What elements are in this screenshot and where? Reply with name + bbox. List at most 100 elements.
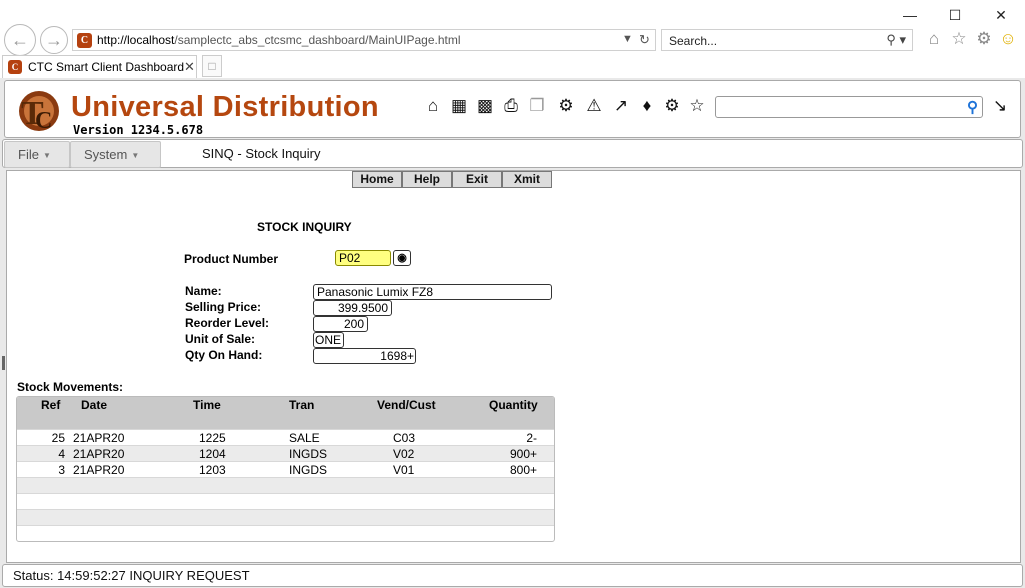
tab-favicon: C	[8, 60, 22, 74]
unit-of-sale-field[interactable]: ONE	[313, 332, 344, 348]
brand-title: Universal Distribution	[71, 91, 379, 123]
dropdown-icon[interactable]: ▼	[622, 33, 633, 45]
home-icon[interactable]: ⌂	[423, 96, 443, 116]
search-placeholder: Search...	[669, 34, 718, 48]
external-link-icon[interactable]: ↗	[611, 96, 631, 116]
calendar-icon[interactable]: ▦	[449, 96, 469, 116]
cell-date: 21APR20	[73, 447, 125, 461]
column-header-ref: Ref	[41, 398, 61, 412]
home-button[interactable]: Home	[352, 171, 402, 188]
name-field[interactable]: Panasonic Lumix FZ8	[313, 284, 552, 300]
cell-date: 21APR20	[73, 431, 125, 445]
tab-title: CTC Smart Client Dashboard	[28, 60, 185, 74]
cell-tran: SALE	[289, 431, 320, 445]
table-row-empty	[17, 493, 554, 509]
gear-icon[interactable]: ⚙	[662, 96, 682, 116]
column-header-quantity: Quantity	[489, 398, 538, 412]
qty-on-hand-label: Qty On Hand:	[185, 348, 263, 362]
app-header: T C Universal Distribution Version 1234.…	[4, 80, 1021, 138]
cogs-icon[interactable]: ⚙	[556, 96, 576, 116]
selling-price-label: Selling Price:	[185, 300, 262, 314]
chevron-down-icon: ▼	[42, 150, 51, 160]
table-header: Ref Date Time Tran Vend/Cust Quantity	[17, 397, 554, 429]
close-tab-icon[interactable]: ✕	[184, 59, 195, 75]
cell-tran: INGDS	[289, 463, 328, 477]
minimize-button[interactable]: —	[901, 6, 919, 24]
status-text: Status: 14:59:52:27 INQUIRY REQUEST	[13, 568, 250, 583]
favorites-icon[interactable]: ☆	[949, 29, 969, 49]
address-bar[interactable]: C http://localhost/samplectc_abs_ctcsmc_…	[72, 29, 656, 51]
collapse-icon[interactable]: ↘	[990, 96, 1010, 116]
file-menu[interactable]: File ▼	[4, 141, 70, 168]
search-icon[interactable]: ⚲ ▾	[886, 32, 906, 48]
column-header-time: Time	[193, 398, 221, 412]
cell-quantity: 900+	[509, 447, 537, 461]
cell-time: 1225	[199, 431, 226, 445]
status-bar: Status: 14:59:52:27 INQUIRY REQUEST	[2, 564, 1023, 587]
maximize-button[interactable]: ☐	[946, 6, 964, 24]
unit-of-sale-label: Unit of Sale:	[185, 332, 256, 346]
screen-title: SINQ - Stock Inquiry	[202, 146, 321, 161]
column-header-date: Date	[81, 398, 108, 412]
browser-search-field[interactable]: Search... ⚲ ▾	[661, 29, 913, 51]
qty-on-hand-field[interactable]: 1698+	[313, 348, 416, 364]
cell-ref: 3	[58, 463, 65, 477]
star-icon[interactable]: ☆	[687, 96, 707, 116]
column-header-tran: Tran	[289, 398, 315, 412]
app-search-input[interactable]: ⚲	[715, 96, 983, 118]
cell-vend-cust: V01	[393, 463, 415, 477]
new-tab-button[interactable]: □	[202, 55, 222, 77]
product-number-input[interactable]: P02	[335, 250, 391, 266]
table-row[interactable]: 4 21APR20 1204 INGDS V02 900+	[17, 445, 554, 461]
product-number-label: Product Number	[184, 252, 279, 266]
cell-vend-cust: C03	[393, 431, 416, 445]
calculator-icon[interactable]: ▩	[475, 96, 495, 116]
system-menu-label: System	[84, 147, 128, 162]
table-row-empty	[17, 525, 554, 541]
refresh-icon[interactable]: ↻	[639, 32, 650, 48]
form-title: STOCK INQUIRY	[257, 220, 352, 234]
cell-time: 1204	[199, 447, 226, 461]
cell-date: 21APR20	[73, 463, 125, 477]
print-icon[interactable]: ⎙	[501, 96, 521, 116]
site-favicon: C	[77, 33, 92, 48]
table-row[interactable]: 3 21APR20 1203 INGDS V01 800+	[17, 461, 554, 477]
help-button[interactable]: Help	[402, 171, 452, 188]
panel-splitter[interactable]	[2, 356, 5, 370]
forward-icon[interactable]: →	[40, 26, 68, 54]
warning-icon[interactable]: ⚠	[584, 96, 604, 116]
cell-time: 1203	[199, 463, 226, 477]
cell-quantity: 2-	[526, 431, 537, 445]
company-logo: T C	[19, 91, 59, 134]
settings-icon[interactable]: ⚙	[974, 29, 994, 49]
file-menu-label: File	[18, 147, 39, 162]
name-label: Name:	[185, 284, 222, 298]
tag-icon[interactable]: ♦	[637, 96, 657, 116]
version-label: Version 1234.5.678	[73, 123, 204, 137]
cell-quantity: 800+	[509, 463, 537, 477]
selling-price-field[interactable]: 399.9500	[313, 300, 392, 316]
close-window-button[interactable]: ✕	[992, 6, 1010, 24]
search-icon[interactable]: ⚲	[967, 98, 978, 116]
stock-movements-table: Ref Date Time Tran Vend/Cust Quantity 25…	[16, 396, 555, 542]
binoculars-icon[interactable]: ◉	[393, 250, 411, 266]
reorder-level-field[interactable]: 200	[313, 316, 368, 332]
cell-tran: INGDS	[289, 447, 328, 461]
chevron-down-icon: ▼	[131, 150, 140, 160]
smiley-icon[interactable]: ☺	[998, 29, 1018, 49]
menu-bar: File ▼ System ▼	[2, 139, 1023, 168]
address-url: http://localhost/samplectc_abs_ctcsmc_da…	[97, 33, 461, 47]
cell-ref: 4	[58, 447, 65, 461]
xmit-button[interactable]: Xmit	[502, 171, 552, 188]
browser-tab[interactable]: C CTC Smart Client Dashboard ✕	[2, 55, 197, 78]
table-row-empty	[17, 509, 554, 525]
system-menu[interactable]: System ▼	[70, 141, 161, 168]
reorder-level-label: Reorder Level:	[185, 316, 270, 330]
table-row[interactable]: 25 21APR20 1225 SALE C03 2-	[17, 429, 554, 445]
table-row-empty	[17, 477, 554, 493]
copy-icon[interactable]: ❐	[527, 96, 547, 116]
exit-button[interactable]: Exit	[452, 171, 502, 188]
stock-movements-label: Stock Movements:	[17, 380, 124, 394]
home-icon[interactable]: ⌂	[924, 29, 944, 49]
back-icon[interactable]: ←	[4, 24, 36, 56]
